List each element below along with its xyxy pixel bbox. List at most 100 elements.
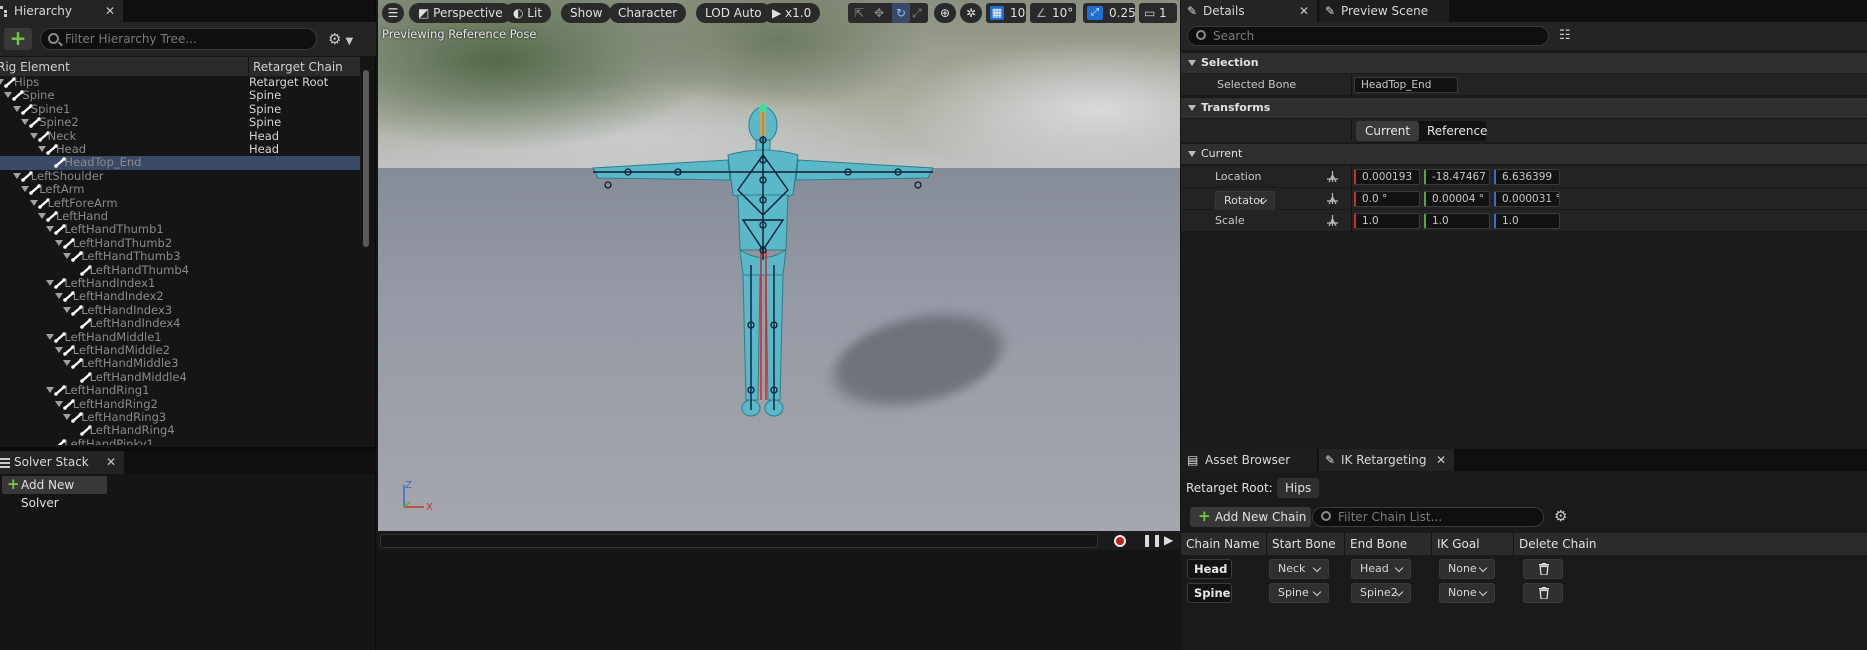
col-rig-element[interactable]: Rig Element bbox=[0, 60, 70, 74]
select-icon[interactable]: ⇱ bbox=[854, 3, 864, 23]
tree-row[interactable]: Neck Head bbox=[0, 129, 360, 143]
reset-icon[interactable] bbox=[1326, 192, 1339, 205]
scale-z-field[interactable]: 1.0 bbox=[1494, 213, 1560, 229]
hierarchy-scrollbar[interactable] bbox=[363, 70, 369, 247]
step-forward-icon[interactable]: ▶ bbox=[1164, 533, 1173, 547]
columns-icon[interactable]: ☷ bbox=[1559, 28, 1571, 43]
expand-arrow-icon[interactable] bbox=[38, 146, 46, 152]
expand-arrow-icon[interactable] bbox=[29, 132, 38, 139]
expand-arrow-icon[interactable] bbox=[54, 239, 63, 246]
expand-arrow-icon[interactable] bbox=[12, 172, 21, 179]
expand-arrow-icon[interactable] bbox=[46, 333, 55, 340]
col-retarget-chain[interactable]: Retarget Chain bbox=[253, 60, 343, 74]
chain-filter-input[interactable]: Filter Chain List... bbox=[1312, 507, 1544, 527]
location-x-field[interactable]: 0.000193 bbox=[1354, 169, 1420, 185]
tree-row[interactable]: LeftArm bbox=[0, 183, 360, 196]
rotation-y-field[interactable]: 0.00004 ° bbox=[1424, 191, 1490, 207]
reset-icon[interactable] bbox=[1326, 170, 1339, 183]
camera-speed-button[interactable]: ▭ 1 bbox=[1139, 3, 1177, 23]
scale-x-field[interactable]: 1.0 bbox=[1354, 213, 1420, 229]
tree-row[interactable]: LeftHandThumb4 bbox=[0, 263, 360, 277]
expand-arrow-icon[interactable] bbox=[38, 213, 46, 219]
rotate-icon[interactable]: ↻ bbox=[892, 3, 910, 23]
col-chain-name[interactable]: Chain Name bbox=[1186, 537, 1260, 551]
play-speed-button[interactable]: ▶ x1.0 bbox=[763, 3, 821, 23]
rotator-dropdown[interactable]: Rotator bbox=[1215, 191, 1275, 211]
tree-row[interactable]: Spine2 Spine bbox=[0, 116, 360, 129]
tab-details[interactable]: ✎ Details ✕ bbox=[1181, 0, 1317, 22]
add-element-button[interactable]: + bbox=[4, 28, 32, 50]
tree-row[interactable]: Spine Spine bbox=[0, 89, 360, 102]
scale-icon[interactable]: ⤢ bbox=[912, 3, 922, 23]
tree-row[interactable]: LeftForeArm bbox=[0, 196, 360, 210]
scale-snap-button[interactable]: ⤢ 0.25 bbox=[1083, 3, 1136, 23]
rotation-x-field[interactable]: 0.0 ° bbox=[1354, 191, 1420, 207]
expand-arrow-icon[interactable] bbox=[12, 105, 21, 112]
tree-row[interactable]: LeftHandMiddle2 bbox=[0, 344, 360, 357]
viewport-menu-button[interactable]: ☰ bbox=[382, 3, 404, 23]
tree-row[interactable]: LeftHandRing1 bbox=[0, 384, 360, 397]
selected-bone-field[interactable]: HeadTop_End bbox=[1354, 77, 1458, 93]
grid-snap-button[interactable]: ▦ 10 bbox=[986, 3, 1026, 23]
character-button[interactable]: Character bbox=[609, 3, 687, 23]
viewport[interactable]: ☰ ◩ Perspective ◐ Lit Show Character LOD… bbox=[378, 0, 1180, 531]
expand-arrow-icon[interactable] bbox=[63, 306, 72, 313]
tree-row[interactable]: Head Head bbox=[0, 143, 360, 156]
tab-solver-stack[interactable]: Solver Stack ✕ bbox=[0, 451, 124, 474]
close-icon[interactable]: ✕ bbox=[106, 451, 116, 474]
tree-row[interactable]: HeadTop_End bbox=[0, 156, 360, 170]
tree-row[interactable]: LeftHandRing4 bbox=[0, 424, 360, 437]
location-y-field[interactable]: -18.47467 bbox=[1424, 169, 1490, 185]
chain-name-field[interactable]: Spine bbox=[1187, 583, 1232, 603]
tree-row[interactable]: LeftHandThumb2 bbox=[0, 236, 360, 250]
close-icon[interactable]: ✕ bbox=[1299, 0, 1309, 22]
col-start-bone[interactable]: Start Bone bbox=[1272, 537, 1336, 551]
close-icon[interactable]: ✕ bbox=[105, 0, 115, 22]
start-bone-dropdown[interactable]: Neck bbox=[1269, 559, 1329, 579]
tree-row[interactable]: LeftHandThumb1 bbox=[0, 223, 360, 236]
details-search-input[interactable]: Search bbox=[1187, 26, 1549, 46]
tree-row[interactable]: LeftHandIndex4 bbox=[0, 317, 360, 330]
tab-hierarchy[interactable]: Hierarchy ✕ bbox=[0, 0, 123, 22]
translate-icon[interactable]: ✥ bbox=[874, 3, 884, 23]
tree-row[interactable]: LeftHandMiddle1 bbox=[0, 330, 360, 344]
record-icon[interactable] bbox=[1114, 535, 1126, 547]
pause-icon[interactable]: ❚❚ bbox=[1142, 533, 1162, 547]
col-end-bone[interactable]: End Bone bbox=[1350, 537, 1407, 551]
expand-arrow-icon[interactable] bbox=[54, 347, 63, 353]
section-transforms[interactable]: Transforms bbox=[1181, 98, 1867, 118]
tree-row[interactable]: LeftHandMiddle3 bbox=[0, 357, 360, 370]
expand-arrow-icon[interactable] bbox=[63, 414, 72, 420]
add-new-solver-button[interactable]: Add New Solver bbox=[2, 475, 107, 510]
retarget-root-value[interactable]: Hips bbox=[1277, 478, 1320, 498]
rotation-z-field[interactable]: 0.000031 ° bbox=[1494, 191, 1560, 207]
col-delete-chain[interactable]: Delete Chain bbox=[1519, 537, 1597, 551]
timeline-scrubber[interactable] bbox=[380, 534, 1098, 548]
add-new-chain-button[interactable]: + Add New Chain bbox=[1190, 507, 1311, 527]
delete-chain-button[interactable] bbox=[1523, 583, 1563, 603]
start-bone-dropdown[interactable]: Spine bbox=[1269, 583, 1329, 603]
close-icon[interactable]: ✕ bbox=[1436, 449, 1446, 471]
expand-arrow-icon[interactable] bbox=[21, 186, 30, 193]
delete-chain-button[interactable] bbox=[1523, 559, 1563, 579]
show-button[interactable]: Show bbox=[561, 3, 612, 23]
settings-dropdown-button[interactable]: ⚙ ▼ bbox=[328, 30, 353, 51]
tree-row[interactable]: LeftShoulder bbox=[0, 169, 360, 183]
section-selection[interactable]: Selection bbox=[1181, 53, 1867, 73]
expand-arrow-icon[interactable] bbox=[63, 360, 72, 367]
ik-goal-dropdown[interactable]: None bbox=[1439, 583, 1495, 603]
expand-arrow-icon[interactable] bbox=[63, 253, 72, 260]
expand-arrow-icon[interactable] bbox=[29, 199, 38, 206]
lit-button[interactable]: ◐ Lit bbox=[504, 3, 552, 23]
end-bone-dropdown[interactable]: Spine2 bbox=[1351, 583, 1411, 603]
expand-arrow-icon[interactable] bbox=[46, 226, 55, 233]
expand-arrow-icon[interactable] bbox=[54, 293, 63, 300]
reference-toggle[interactable]: Reference bbox=[1418, 121, 1496, 141]
tree-row[interactable]: LeftHandThumb3 bbox=[0, 250, 360, 263]
section-current[interactable]: Current bbox=[1181, 144, 1867, 164]
tree-row[interactable]: LeftHandIndex1 bbox=[0, 277, 360, 290]
hierarchy-filter-input[interactable]: Filter Hierarchy Tree... bbox=[40, 28, 317, 50]
perspective-button[interactable]: ◩ Perspective bbox=[409, 3, 512, 23]
tree-row[interactable]: LeftHandIndex3 bbox=[0, 303, 360, 317]
expand-arrow-icon[interactable] bbox=[54, 400, 63, 407]
